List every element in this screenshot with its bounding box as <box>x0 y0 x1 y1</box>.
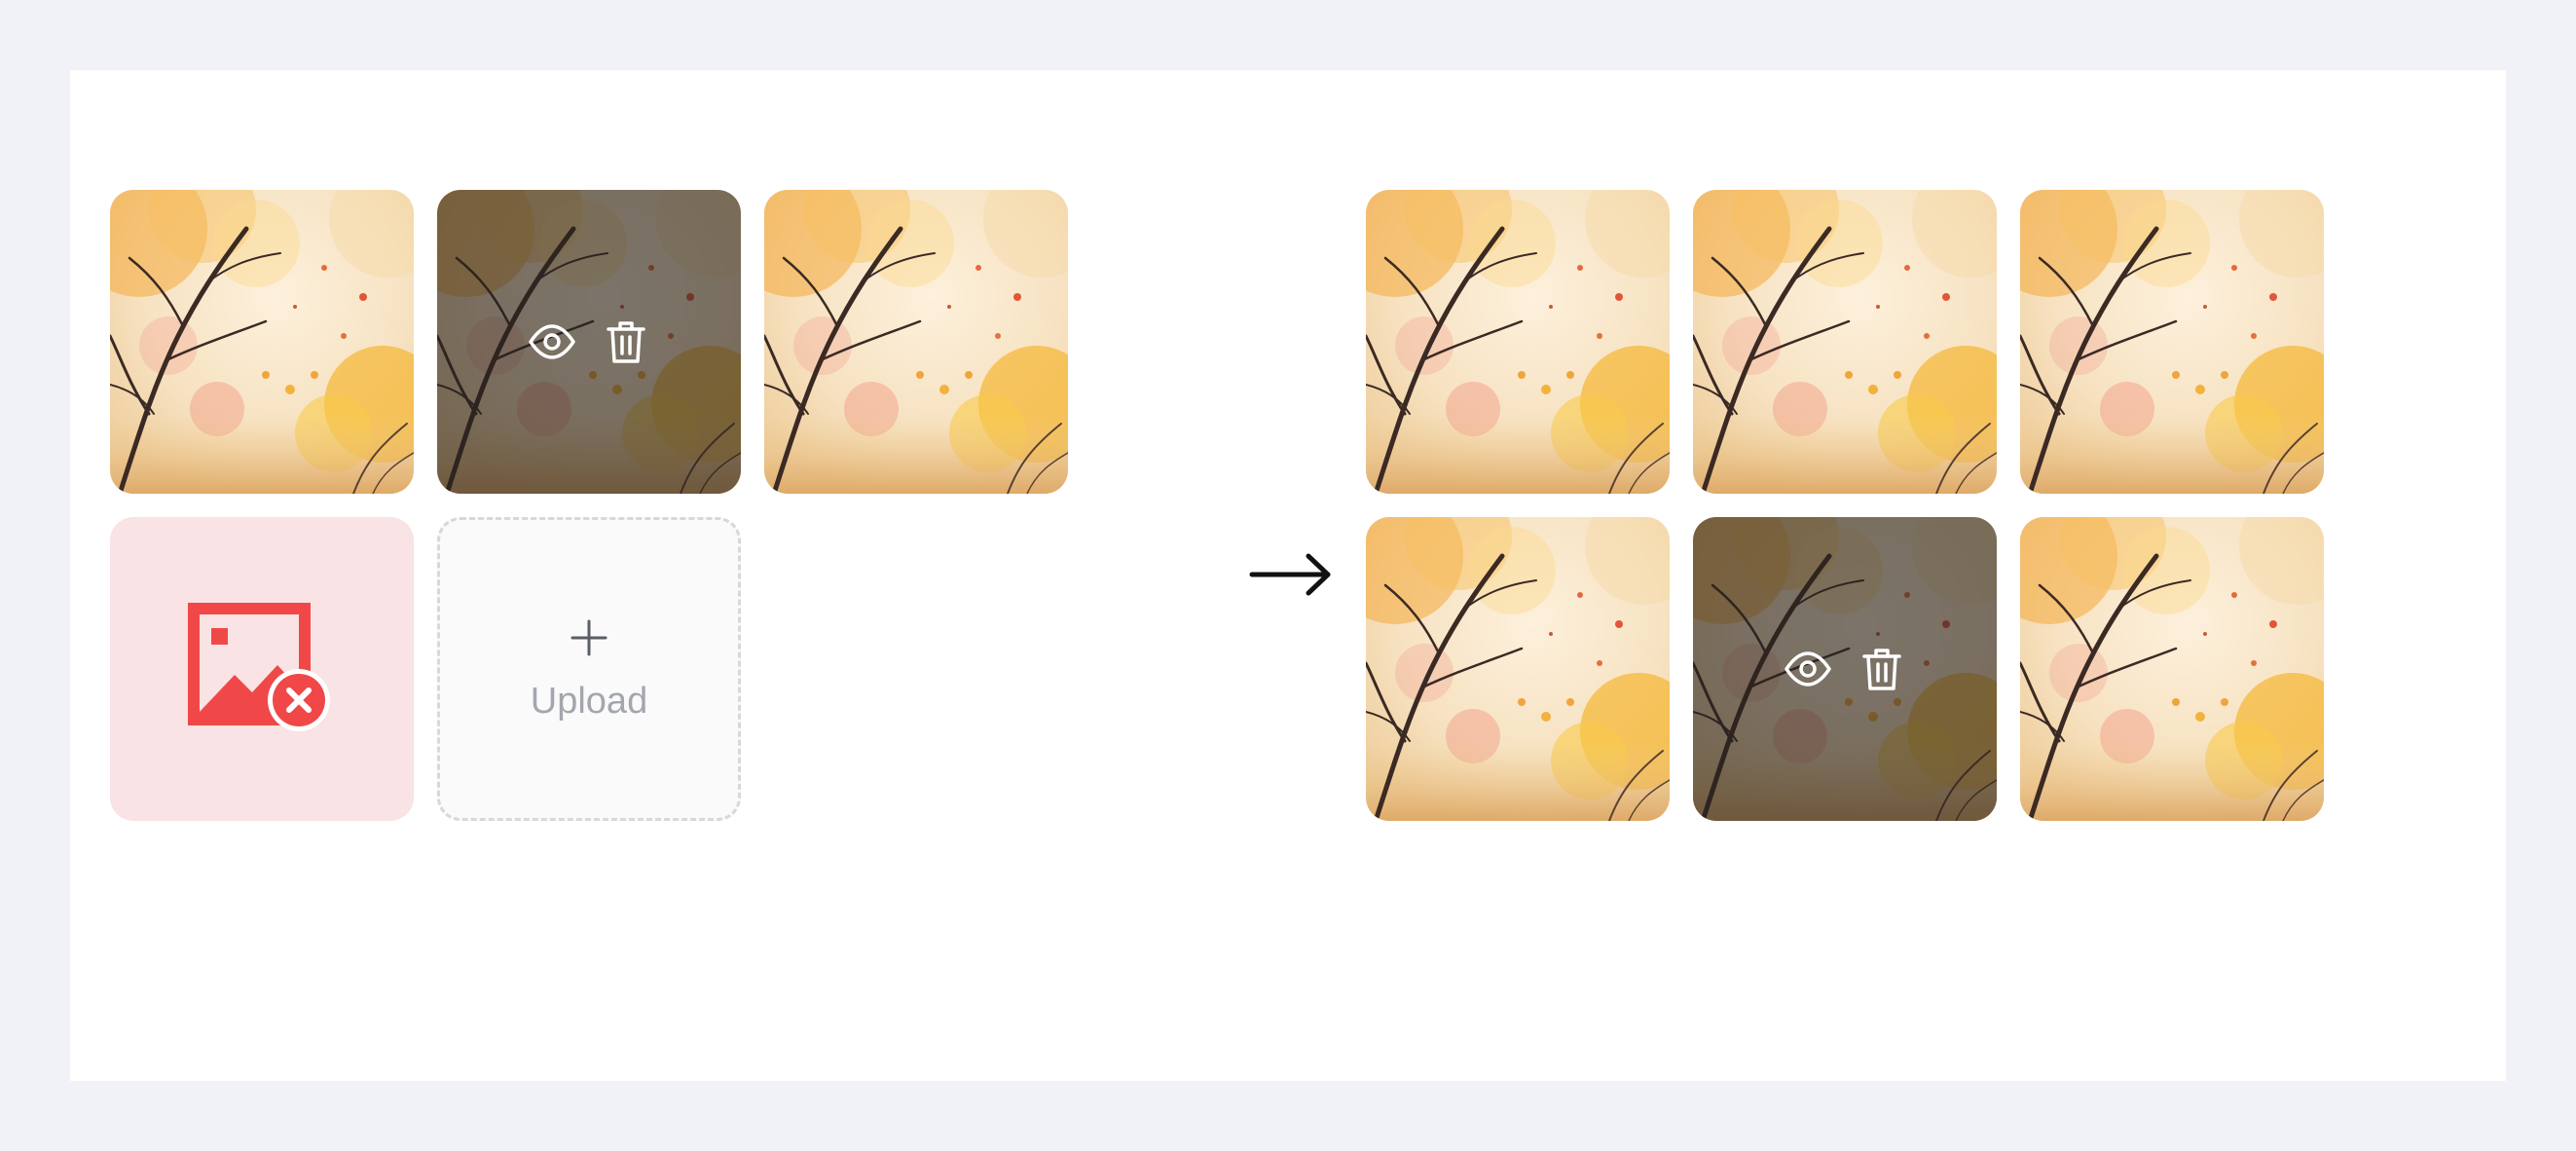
autumn-image <box>110 190 414 494</box>
upload-button[interactable]: Upload <box>437 517 741 821</box>
thumbnail[interactable] <box>1693 190 1997 494</box>
thumbnail-hovered[interactable] <box>437 190 741 494</box>
autumn-image <box>2020 190 2324 494</box>
upload-label: Upload <box>530 681 648 722</box>
thumbnail-hover-overlay <box>437 190 741 494</box>
thumbnail[interactable] <box>110 190 414 494</box>
eye-icon[interactable] <box>527 316 577 367</box>
autumn-image <box>1366 190 1670 494</box>
plus-icon <box>570 619 607 656</box>
image-error-icon <box>188 603 330 731</box>
arrow-right-icon <box>1248 550 1334 599</box>
autumn-image <box>2020 517 2324 821</box>
before-state: Upload <box>110 190 1068 821</box>
eye-icon[interactable] <box>1783 644 1833 694</box>
autumn-image <box>764 190 1068 494</box>
thumbnail-error <box>110 517 414 821</box>
trash-icon[interactable] <box>601 316 651 367</box>
autumn-image <box>1366 517 1670 821</box>
after-thumbnail-grid <box>1366 190 2324 821</box>
thumbnail-hover-overlay <box>1693 517 1997 821</box>
thumbnail[interactable] <box>2020 517 2324 821</box>
thumbnail[interactable] <box>1366 190 1670 494</box>
thumbnail[interactable] <box>2020 190 2324 494</box>
thumbnail-hovered[interactable] <box>1693 517 1997 821</box>
after-state <box>1366 190 2324 821</box>
trash-icon[interactable] <box>1857 644 1907 694</box>
autumn-image <box>1693 190 1997 494</box>
before-thumbnail-grid: Upload <box>110 190 1068 821</box>
thumbnail[interactable] <box>764 190 1068 494</box>
thumbnail[interactable] <box>1366 517 1670 821</box>
